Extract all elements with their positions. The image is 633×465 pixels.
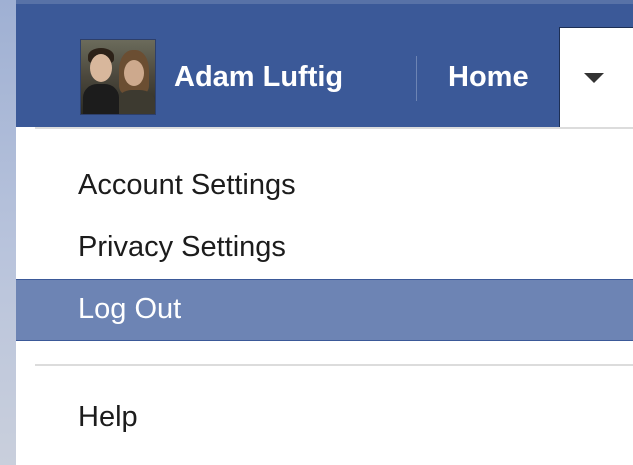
account-dropdown-button[interactable] — [559, 27, 633, 127]
menu-item-log-out[interactable]: Log Out — [16, 279, 633, 341]
menu-item-label: Account Settings — [78, 169, 296, 201]
menu-item-label: Log Out — [78, 293, 182, 325]
avatar-person-right-body — [117, 90, 155, 114]
menu-item-label: Privacy Settings — [78, 231, 286, 263]
caret-down-icon — [584, 73, 604, 83]
menu-divider-top — [35, 127, 633, 129]
nav-divider — [416, 56, 417, 101]
home-link[interactable]: Home — [448, 59, 529, 95]
menu-item-account-settings[interactable]: Account Settings — [16, 155, 633, 217]
avatar[interactable] — [80, 39, 156, 115]
account-dropdown-menu: Account Settings Privacy Settings Log Ou… — [16, 127, 633, 465]
avatar-person-left-face — [90, 54, 112, 82]
avatar-person-right-face — [124, 60, 144, 86]
menu-item-privacy-settings[interactable]: Privacy Settings — [16, 217, 633, 279]
background-page-strip — [0, 0, 16, 465]
menu-item-help[interactable]: Help — [16, 387, 633, 449]
top-navigation-bar: Adam Luftig Home — [16, 0, 633, 127]
avatar-person-left-body — [83, 84, 119, 114]
profile-name-link[interactable]: Adam Luftig — [174, 59, 343, 95]
menu-divider — [35, 364, 633, 366]
menu-item-label: Help — [78, 401, 138, 433]
